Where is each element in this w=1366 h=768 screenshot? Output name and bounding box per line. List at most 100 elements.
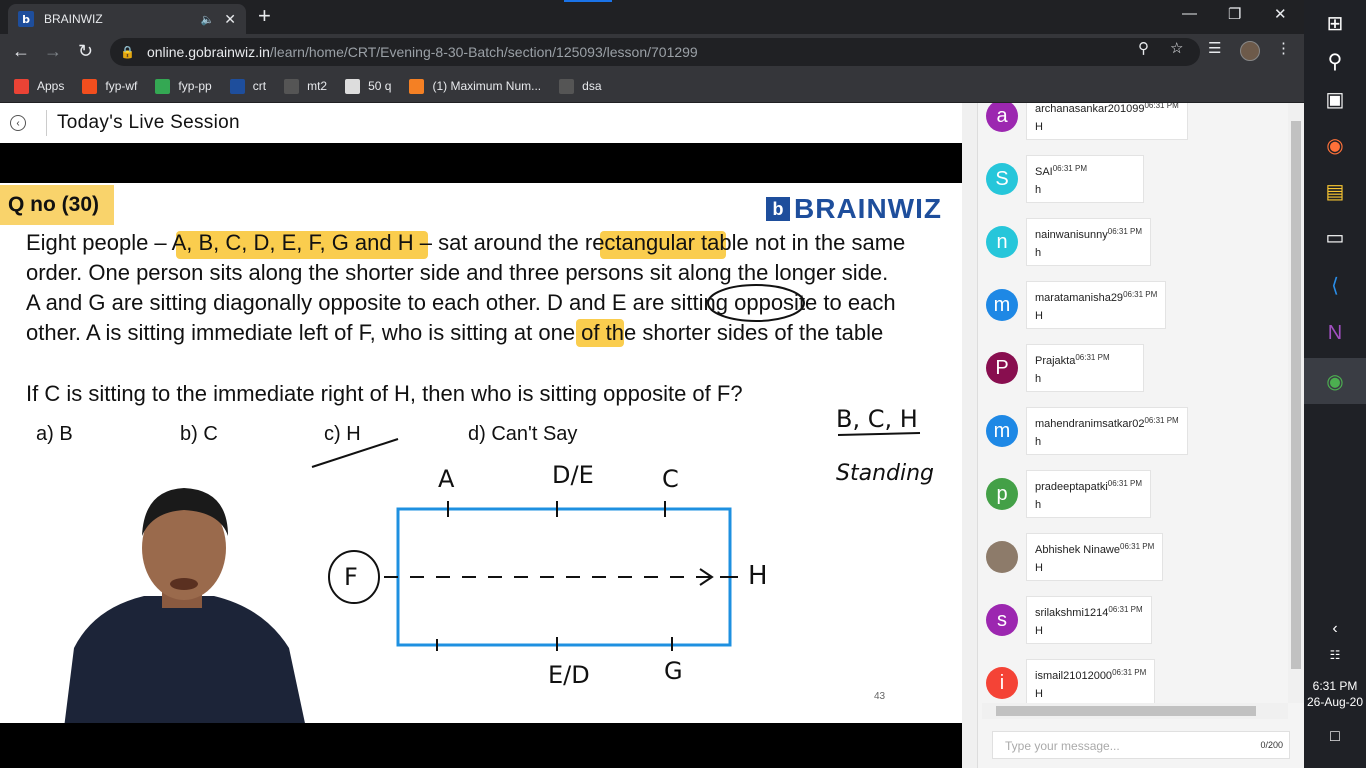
chrome-icon[interactable]: ◉ [1304,358,1366,404]
lock-icon[interactable]: 🔒 [120,45,135,59]
bookmark-item[interactable]: (1) Maximum Num... [409,78,542,94]
window-close-button[interactable]: ✕ [1274,5,1287,23]
vscode-icon[interactable]: ⟨ [1304,262,1366,308]
browser-tab[interactable]: b BRAINWIZ 🔈 ✕ [8,4,246,34]
screen: b BRAINWIZ 🔈 ✕ + — ❐ ✕ ← → ↻ 🔒 online.go… [0,0,1366,768]
diagram-label-bottom-2: G [664,657,683,685]
menu-icon[interactable]: ⋮ [1276,39,1291,57]
chat-message: i ismail2101200006:31 PM H [984,659,1284,703]
minimize-button[interactable]: — [1182,5,1197,22]
message-time: 06:31 PM [1144,103,1179,110]
message-text: h [1035,184,1042,196]
pp-icon [155,78,171,94]
diagram-label-bottom-1: E/D [548,661,590,689]
message-username: Prajakta [1035,355,1076,367]
chat-message-input[interactable]: Type your message... 0/200 [992,731,1290,759]
firefox-icon[interactable]: ◉ [1304,122,1366,168]
speaker-icon[interactable]: 🔈 [201,13,215,26]
bookmark-label: Apps [37,79,65,93]
bookmark-item[interactable]: 50 q [345,78,391,94]
chat-message: P Prajakta06:31 PM h [984,344,1284,404]
user-avatar: n [986,226,1018,258]
cc-icon [559,78,575,94]
user-avatar: m [986,415,1018,447]
chat-message: S SAI06:31 PM h [984,155,1284,215]
diagram-label-top-3: C [662,465,679,493]
reload-icon[interactable]: ↻ [78,41,93,61]
message-bubble: nainwanisunny06:31 PM h [1026,218,1152,266]
key-icon[interactable]: ⚲ [1138,39,1149,57]
back-circle-icon[interactable]: ‹ [10,115,26,131]
chat-horizontal-scrollbar[interactable] [982,703,1288,719]
message-username: ismail21012000 [1035,670,1113,682]
message-text: H [1035,562,1043,574]
page-header: ‹ Today's Live Session [0,103,962,143]
onenote-icon[interactable]: N [1304,310,1366,356]
file-explorer-icon[interactable]: ▤ [1304,168,1366,214]
user-avatar: i [986,667,1018,699]
chat-message: m maratamanisha2906:31 PM H [984,281,1284,341]
tab-indicator [564,0,612,2]
message-time: 06:31 PM [1052,164,1087,173]
message-bubble: pradeeptapatki06:31 PM h [1026,470,1152,518]
lecture-slide: Q no (30) b BRAINWIZ Eight people – A, B… [0,183,962,723]
user-avatar: P [986,352,1018,384]
browser-toolbar: ← → ↻ 🔒 online.gobrainwiz.in/learn/home/… [0,34,1304,70]
message-username: SAI [1035,166,1053,178]
bookmark-item[interactable]: fyp-wf [82,78,137,94]
message-text: h [1035,373,1042,385]
message-text: H [1035,310,1043,322]
message-text: h [1035,247,1042,259]
chat-message-list[interactable]: a archanasankar20109906:31 PM H S SAI06:31 P… [982,103,1288,703]
figma-icon [82,78,98,94]
diagram-label-top-2: D/E [552,461,594,489]
side-note-2: Standing [836,461,935,486]
notifications-icon[interactable]: □ [1304,714,1366,760]
divider [46,110,47,136]
address-bar[interactable]: 🔒 online.gobrainwiz.in/learn/home/CRT/Ev… [110,38,1200,66]
message-time: 06:31 PM [1120,542,1155,551]
message-username: mahendranimsatkar02 [1035,418,1145,430]
presenter-video [64,488,305,723]
chat-message: m mahendranimsatkar0206:31 PM h [984,407,1284,467]
message-bubble: maratamanisha2906:31 PM H [1026,281,1167,329]
video-player[interactable]: Q no (30) b BRAINWIZ Eight people – A, B… [0,143,962,768]
scrollbar-thumb[interactable] [996,706,1256,716]
media-control-icon[interactable]: ☰ [1208,39,1221,57]
profile-avatar[interactable] [1240,41,1260,61]
user-avatar: S [986,163,1018,195]
close-icon[interactable]: ✕ [224,11,236,28]
bookmark-item[interactable]: crt [229,78,267,94]
panel-scrollbar[interactable] [962,103,978,768]
scrollbar-thumb[interactable] [1291,121,1301,669]
tick-mark-stroke [311,438,399,468]
bookmark-item[interactable]: dsa [559,78,602,94]
bookmark-item[interactable]: Apps [14,78,65,94]
forward-arrow-icon[interactable]: → [44,41,62,61]
brainwiz-icon [229,78,245,94]
new-tab-button[interactable]: + [258,5,271,27]
back-arrow-icon[interactable]: ← [12,41,30,61]
task-view-icon[interactable]: ▣ [1304,76,1366,122]
message-time: 06:31 PM [1075,353,1110,362]
globe-icon [345,78,361,94]
bookmark-item[interactable]: mt2 [284,78,328,94]
message-text: H [1035,625,1043,637]
user-avatar: s [986,604,1018,636]
windows-taskbar: ⊞ ⚲ ▣ ◉ ▤ ▭ ⟨ N ◉ ‹ ☷ 6:31 PM 26-Aug-20 … [1304,0,1366,768]
message-time: 06:31 PM [1112,668,1147,677]
bookmark-item[interactable]: fyp-pp [155,78,212,94]
bookmark-label: (1) Maximum Num... [432,79,542,93]
message-bubble: srilakshmi121406:31 PM H [1026,596,1152,644]
system-clock[interactable]: 6:31 PM 26-Aug-20 [1304,678,1366,710]
slide-number: 43 [874,691,886,702]
bookmark-label: crt [252,79,267,93]
terminal-icon[interactable]: ▭ [1304,214,1366,260]
maximize-button[interactable]: ❐ [1228,5,1241,23]
chat-vertical-scrollbar[interactable] [1288,103,1304,703]
message-time: 06:31 PM [1123,290,1158,299]
bookmark-label: mt2 [307,79,328,93]
star-icon[interactable]: ☆ [1170,39,1183,57]
message-text: H [1035,688,1043,700]
network-icon[interactable]: ☷ [1304,632,1366,678]
